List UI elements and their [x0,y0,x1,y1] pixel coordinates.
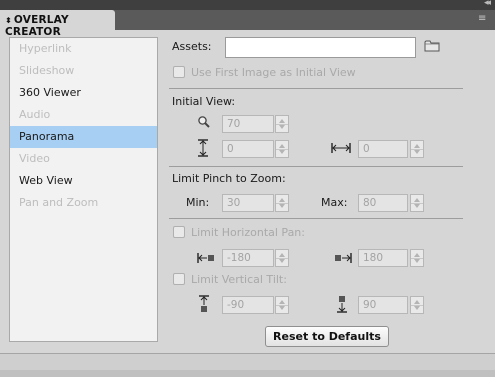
pan-right-stepper[interactable] [410,249,424,267]
tilt-up-limit-icon [336,295,348,313]
pinch-zoom-label: Limit Pinch to Zoom: [172,172,286,185]
limit-vertical-tilt-checkbox[interactable] [173,273,185,285]
use-first-image-checkbox[interactable] [173,66,185,78]
pan-stepper[interactable] [410,140,424,158]
pan-left-stepper[interactable] [275,249,289,267]
sidebar-item-web-view[interactable]: Web View [10,170,157,192]
tilt-down-limit-icon [198,295,210,313]
panel-title: OVERLAY CREATOR [5,14,69,38]
overlay-type-list: Hyperlink Slideshow 360 Viewer Audio Pan… [9,37,158,342]
pinch-min-field[interactable]: 30 [222,194,274,212]
sidebar-item-panorama[interactable]: Panorama [10,126,157,148]
pan-left-limit-icon [197,252,215,264]
divider [169,218,463,219]
tab-overlay-creator[interactable]: ⬍ OVERLAY CREATOR [0,10,115,38]
pinch-max-stepper[interactable] [410,194,424,212]
divider [169,88,463,89]
use-first-image-label: Use First Image as Initial View [191,66,356,79]
pinch-max-label: Max: [321,196,348,209]
assets-label: Assets: [172,40,212,53]
tilt-stepper[interactable] [275,140,289,158]
folder-icon[interactable] [424,39,440,52]
limit-horizontal-pan-label: Limit Horizontal Pan: [191,226,305,239]
pinch-min-label: Min: [186,196,210,209]
limit-horizontal-pan-checkbox[interactable] [173,226,185,238]
sidebar-item-hyperlink: Hyperlink [19,42,72,55]
tilt-icon [197,139,211,157]
divider [169,166,463,167]
pan-icon [331,142,351,154]
pan-field[interactable]: 0 [358,140,408,158]
zoom-magnifier-icon [197,115,211,131]
tilt-down-field[interactable]: -90 [222,296,274,314]
tilt-up-stepper[interactable] [410,296,424,314]
sidebar-item-slideshow: Slideshow [19,64,75,77]
pinch-min-stepper[interactable] [275,194,289,212]
collapse-panel-icon[interactable]: ◂◂ [484,0,491,8]
tab-sort-icon: ⬍ [5,16,12,25]
sidebar-item-video: Video [19,152,50,165]
sidebar-item-audio: Audio [19,108,51,121]
panel-menu-icon[interactable]: ≡ [478,13,490,25]
initial-view-label: Initial View: [172,95,236,108]
pan-right-limit-icon [334,252,352,264]
panel-titlebar: ◂◂ [0,0,495,10]
panel-bottom-edge [0,370,495,377]
sidebar-item-pan-and-zoom: Pan and Zoom [19,196,99,209]
zoom-field[interactable]: 70 [222,115,274,133]
pan-right-field[interactable]: 180 [358,249,408,267]
pan-left-field[interactable]: -180 [222,249,274,267]
tilt-up-field[interactable]: 90 [358,296,408,314]
limit-vertical-tilt-label: Limit Vertical Tilt: [191,273,287,286]
reset-to-defaults-button[interactable]: Reset to Defaults [265,326,389,347]
pinch-max-field[interactable]: 80 [358,194,408,212]
tilt-field[interactable]: 0 [222,140,274,158]
zoom-stepper[interactable] [275,115,289,133]
sidebar-item-360-viewer[interactable]: 360 Viewer [10,82,157,104]
tilt-down-stepper[interactable] [275,296,289,314]
assets-input[interactable] [225,37,416,58]
